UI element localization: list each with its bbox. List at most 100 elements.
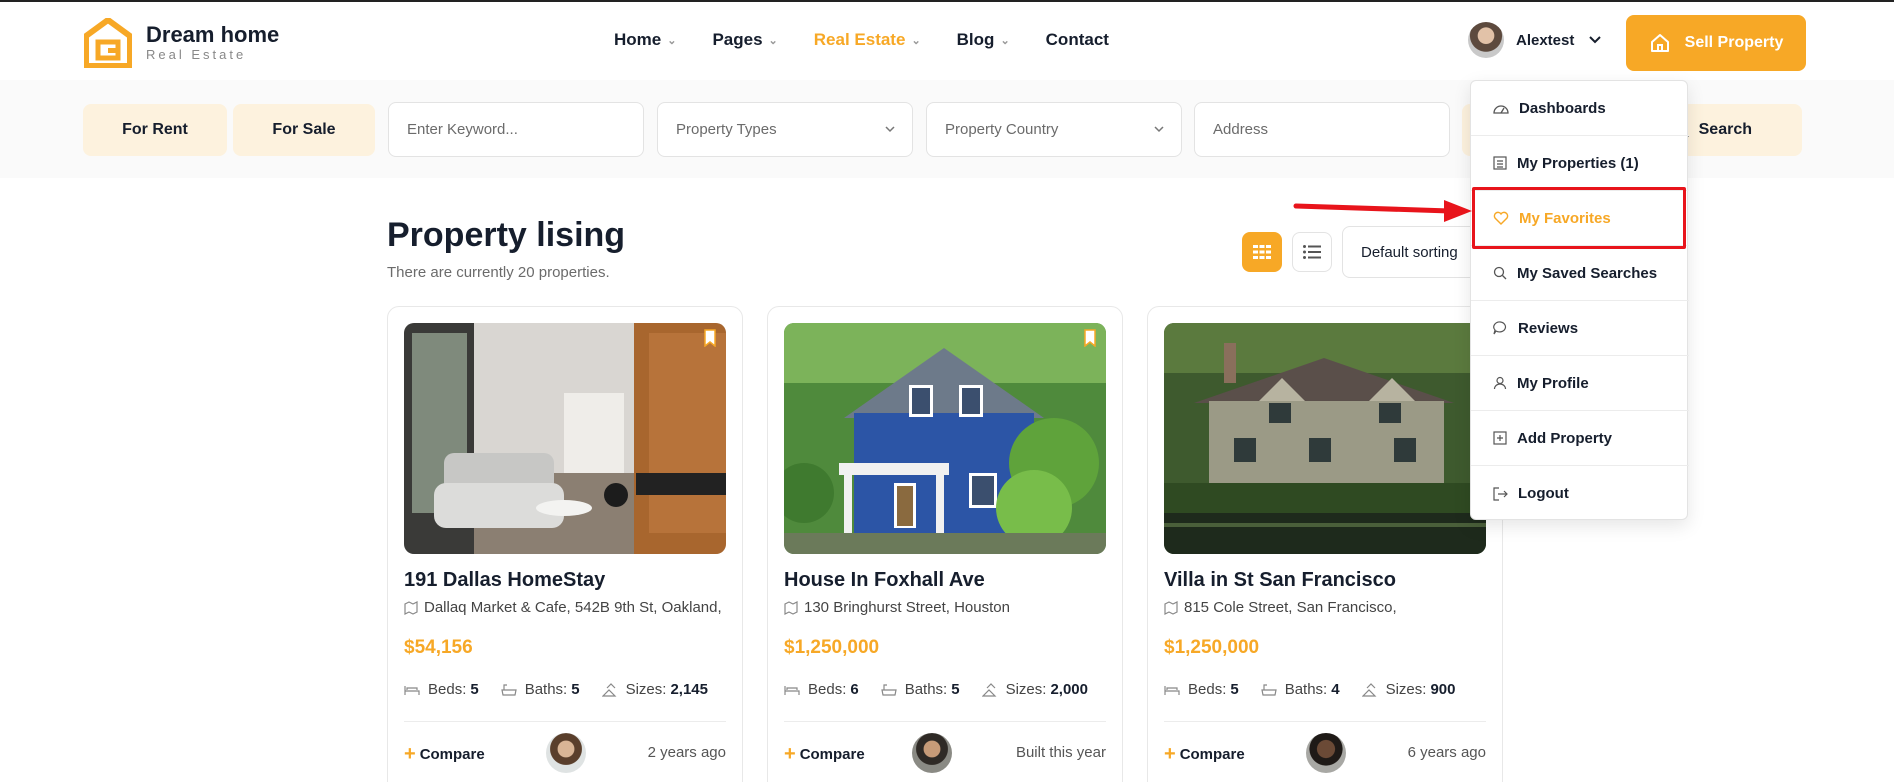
keyword-input[interactable]: Enter Keyword... <box>388 102 644 157</box>
property-types-value: Property Types <box>676 121 777 138</box>
bath-icon <box>880 683 897 696</box>
beds-label: Beds: <box>428 681 467 698</box>
compare-button[interactable]: + Compare <box>1164 743 1245 766</box>
address-text: 130 Bringhurst Street, Houston <box>804 599 1010 616</box>
card-divider <box>1164 721 1486 722</box>
chevron-down-icon: ⌄ <box>667 34 677 47</box>
map-icon <box>1164 600 1178 615</box>
brand-tagline: Real Estate <box>146 47 247 62</box>
nav-item-pages[interactable]: Pages ⌄ <box>712 30 777 50</box>
property-card[interactable]: Villa in St San Francisco 815 Cole Stree… <box>1147 306 1503 782</box>
map-icon <box>404 600 418 615</box>
menu-label: Reviews <box>1518 319 1579 337</box>
bed-icon <box>784 685 800 695</box>
grid-view-button[interactable] <box>1242 232 1282 272</box>
interior-photo <box>404 323 726 554</box>
tab-for-rent[interactable]: For Rent <box>83 104 227 156</box>
sizes-label: Sizes: <box>625 681 667 698</box>
chevron-down-icon: ⌄ <box>911 34 921 47</box>
size-icon <box>601 682 617 697</box>
bookmark-icon[interactable] <box>1082 329 1098 347</box>
property-address: Dallaq Market & Cafe, 542B 9th St, Oakla… <box>404 599 722 616</box>
sizes-value: 900 <box>1430 681 1456 698</box>
page-title: Property lising <box>387 216 626 254</box>
nav-label-real-estate: Real Estate <box>813 30 906 49</box>
tab-label: For Rent <box>122 121 188 138</box>
agent-avatar[interactable] <box>546 733 586 773</box>
property-features: Beds: 5 Baths: 5 Sizes: 2,145 <box>404 681 730 698</box>
nav-item-contact[interactable]: Contact <box>1046 30 1109 50</box>
nav-item-blog[interactable]: Blog ⌄ <box>957 30 1010 50</box>
property-photo[interactable] <box>404 323 726 554</box>
villa-photo <box>1164 323 1486 554</box>
sizes-label: Sizes: <box>1385 681 1427 698</box>
logout-icon <box>1493 486 1508 501</box>
nav-item-home[interactable]: Home ⌄ <box>614 30 676 50</box>
property-photo[interactable] <box>784 323 1106 554</box>
sell-property-button[interactable]: Sell Property <box>1626 15 1806 71</box>
listing-age: 2 years ago <box>647 744 726 761</box>
chevron-down-icon <box>1154 126 1164 133</box>
list-view-button[interactable] <box>1292 232 1332 272</box>
user-name: Alextest <box>1516 31 1575 49</box>
user-dropdown-menu: Dashboards My Properties (1) My Favorite… <box>1470 80 1689 521</box>
plus-icon: + <box>1164 743 1176 765</box>
property-types-select[interactable]: Property Types <box>657 102 913 157</box>
baths-value: 5 <box>951 681 960 698</box>
baths-info: Baths: 5 <box>880 681 960 698</box>
bath-icon <box>1260 683 1277 696</box>
agent-avatar[interactable] <box>912 733 952 773</box>
nav-label-home: Home <box>614 30 662 49</box>
logo-house-icon <box>84 18 132 68</box>
tab-for-sale[interactable]: For Sale <box>233 104 375 156</box>
avatar <box>1468 22 1504 58</box>
menu-item-logout[interactable]: Logout <box>1471 466 1689 521</box>
property-address: 130 Bringhurst Street, Houston <box>784 599 1010 616</box>
menu-item-my-properties[interactable]: My Properties (1) <box>1471 136 1689 191</box>
search-button-label: Search <box>1698 121 1752 138</box>
main-nav: Home ⌄ Pages ⌄ Real Estate ⌄ Blog ⌄ Cont… <box>614 30 1145 50</box>
chevron-down-icon: ⌄ <box>1000 34 1010 47</box>
chevron-down-icon <box>1589 36 1602 44</box>
property-country-select[interactable]: Property Country <box>926 102 1182 157</box>
nav-item-real-estate[interactable]: Real Estate ⌄ <box>814 30 921 50</box>
card-divider <box>404 721 726 722</box>
brand-logo[interactable]: Dream home Real Estate <box>84 18 279 68</box>
grid-icon <box>1253 245 1271 259</box>
brand-name: Dream home <box>146 22 280 47</box>
property-title[interactable]: 191 Dallas HomeStay <box>404 569 605 592</box>
agent-avatar[interactable] <box>1306 733 1346 773</box>
address-input[interactable]: Address <box>1194 102 1450 157</box>
menu-item-my-profile[interactable]: My Profile <box>1471 356 1689 411</box>
property-card[interactable]: House In Foxhall Ave 130 Bringhurst Stre… <box>767 306 1123 782</box>
baths-label: Baths: <box>524 681 568 698</box>
property-price: $54,156 <box>404 637 473 658</box>
chevron-down-icon <box>885 126 895 133</box>
nav-label-pages: Pages <box>712 30 763 49</box>
property-title[interactable]: Villa in St San Francisco <box>1164 569 1396 592</box>
property-photo[interactable] <box>1164 323 1486 554</box>
beds-info: Beds: 6 <box>784 681 859 698</box>
search-icon <box>1493 266 1507 280</box>
menu-item-reviews[interactable]: Reviews <box>1471 301 1689 356</box>
bookmark-icon[interactable] <box>702 329 718 347</box>
beds-value: 5 <box>1230 681 1239 698</box>
property-features: Beds: 6 Baths: 5 Sizes: 2,000 <box>784 681 1110 698</box>
baths-value: 5 <box>571 681 580 698</box>
menu-item-saved-searches[interactable]: My Saved Searches <box>1471 246 1689 301</box>
property-card[interactable]: 191 Dallas HomeStay Dallaq Market & Cafe… <box>387 306 743 782</box>
menu-item-dashboards[interactable]: Dashboards <box>1471 81 1689 136</box>
annotation-highlight-box <box>1472 187 1686 249</box>
user-menu-toggle[interactable]: Alextest <box>1468 22 1602 58</box>
address-text: Dallaq Market & Cafe, 542B 9th St, Oakla… <box>424 599 722 616</box>
sort-value: Default sorting <box>1361 243 1458 261</box>
property-title[interactable]: House In Foxhall Ave <box>784 569 985 592</box>
compare-button[interactable]: + Compare <box>784 743 865 766</box>
property-country-value: Property Country <box>945 121 1059 138</box>
beds-value: 6 <box>850 681 859 698</box>
menu-item-add-property[interactable]: Add Property <box>1471 411 1689 466</box>
sizes-info: Sizes: 2,000 <box>981 681 1088 698</box>
chevron-down-icon: ⌄ <box>768 34 778 47</box>
compare-button[interactable]: + Compare <box>404 743 485 766</box>
beds-info: Beds: 5 <box>1164 681 1239 698</box>
